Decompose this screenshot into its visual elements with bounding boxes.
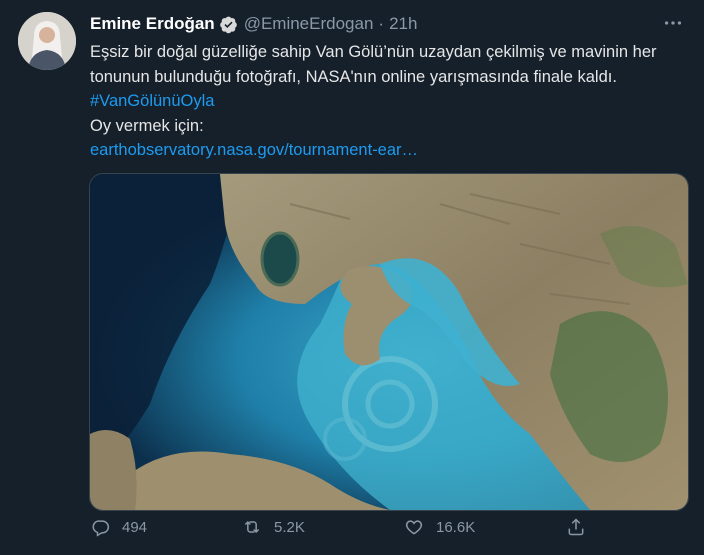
author-handle[interactable]: @EmineErdogan: [244, 14, 374, 34]
more-icon[interactable]: [662, 12, 684, 39]
share-icon: [568, 518, 584, 536]
author-name[interactable]: Emine Erdoğan: [90, 14, 215, 34]
external-link[interactable]: earthobservatory.nasa.gov/tournament-ear…: [90, 138, 690, 163]
tweet-body: Eşsiz bir doğal güzelliğe sahip Van Gölü…: [90, 40, 690, 163]
tweet-text-vote: Oy vermek için:: [90, 116, 204, 135]
avatar[interactable]: [18, 12, 76, 70]
tweet-text: Eşsiz bir doğal güzelliğe sahip Van Gölü…: [90, 43, 657, 86]
verified-badge-icon: [219, 15, 238, 34]
avatar-image: [18, 12, 76, 70]
like-button[interactable]: 16.6K: [404, 517, 475, 537]
lake-van-satellite-image: [90, 174, 688, 510]
retweet-button[interactable]: 5.2K: [242, 517, 305, 537]
like-count: 16.6K: [436, 518, 476, 536]
reply-count: 494: [122, 518, 148, 536]
hashtag-link[interactable]: #VanGölünüOyla: [90, 89, 690, 114]
separator-dot: ·: [378, 14, 385, 33]
reply-button[interactable]: 494: [90, 517, 147, 537]
retweet-icon: [244, 520, 260, 534]
reply-icon: [92, 520, 110, 537]
tweet-time[interactable]: 21h: [389, 14, 417, 34]
tweet-image[interactable]: [89, 173, 689, 511]
retweet-count: 5.2K: [274, 518, 305, 536]
tweet-header: Emine Erdoğan @EmineErdogan · 21h: [90, 12, 684, 36]
share-button[interactable]: [566, 517, 598, 537]
like-icon: [405, 520, 423, 535]
